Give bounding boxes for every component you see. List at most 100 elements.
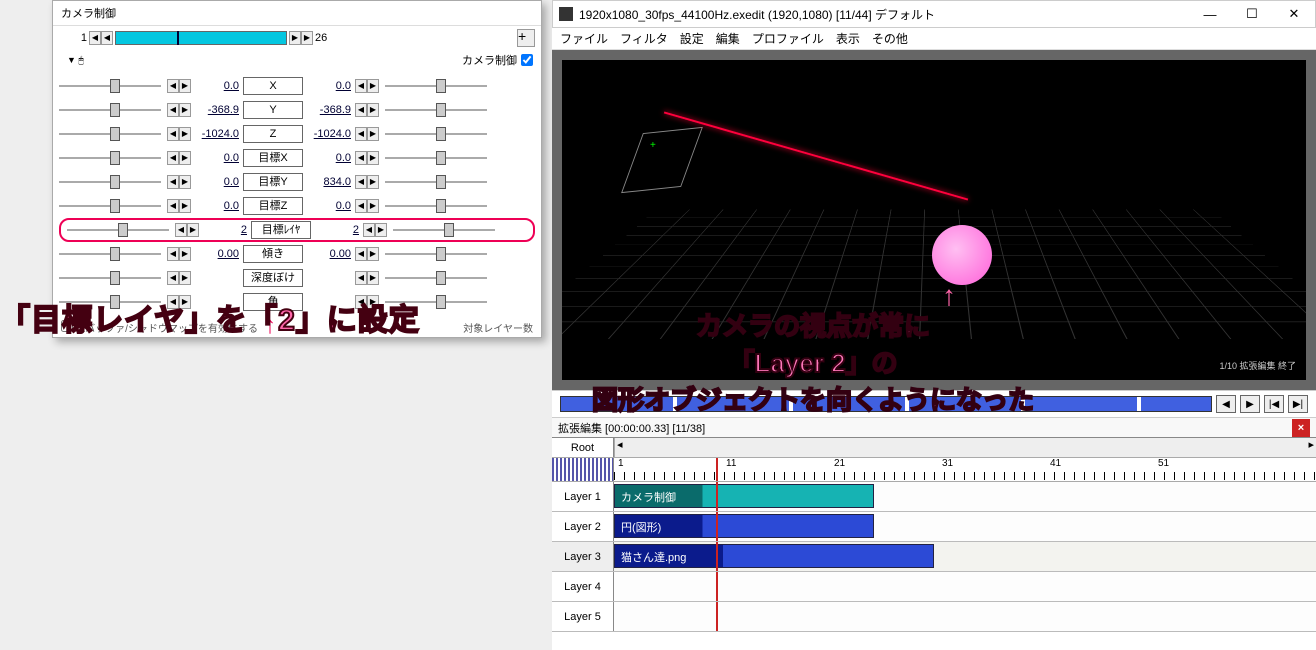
- inc-left-icon[interactable]: ▶: [179, 103, 191, 117]
- dec-left-icon[interactable]: ◀: [167, 175, 179, 189]
- slider-right[interactable]: [381, 173, 491, 191]
- value-left[interactable]: 0.00: [193, 248, 241, 260]
- value-left[interactable]: -368.9: [193, 104, 241, 116]
- slider-right[interactable]: [381, 197, 491, 215]
- slider-left[interactable]: [55, 101, 165, 119]
- dec-right-icon[interactable]: ◀: [355, 103, 367, 117]
- inc-left-icon[interactable]: ▶: [179, 79, 191, 93]
- inc-right-icon[interactable]: ▶: [367, 151, 379, 165]
- layer-track[interactable]: カメラ制御: [614, 482, 1316, 511]
- frame-prev-icon[interactable]: ◀: [89, 31, 101, 45]
- close-button[interactable]: ✕: [1273, 1, 1315, 27]
- frame-slider[interactable]: [115, 31, 287, 45]
- dec-left-icon[interactable]: ◀: [167, 151, 179, 165]
- root-label[interactable]: Root: [552, 438, 614, 457]
- inc-left-icon[interactable]: ▶: [179, 175, 191, 189]
- value-right[interactable]: -368.9: [305, 104, 353, 116]
- dec-right-icon[interactable]: ◀: [355, 175, 367, 189]
- inc-right-icon[interactable]: ▶: [367, 127, 379, 141]
- inc-right-icon[interactable]: ▶: [367, 175, 379, 189]
- slider-right[interactable]: [389, 221, 499, 239]
- camera-control-checkbox[interactable]: [521, 54, 533, 66]
- frame-next-icon[interactable]: ▶: [301, 31, 313, 45]
- menu-表示[interactable]: 表示: [836, 30, 860, 47]
- dec-left-icon[interactable]: ◀: [167, 247, 179, 261]
- dec-left-icon[interactable]: ◀: [167, 271, 179, 285]
- layer-label[interactable]: Layer 1: [552, 482, 614, 511]
- param-label[interactable]: Y: [243, 101, 303, 119]
- dec-right-icon[interactable]: ◀: [355, 79, 367, 93]
- inc-left-icon[interactable]: ▶: [179, 127, 191, 141]
- menu-ファイル[interactable]: ファイル: [560, 30, 608, 47]
- clip-cam[interactable]: カメラ制御: [614, 484, 874, 508]
- param-label[interactable]: Z: [243, 125, 303, 143]
- slider-left[interactable]: [55, 149, 165, 167]
- timeline-ruler[interactable]: 11121314151: [614, 458, 1316, 481]
- slider-right[interactable]: [381, 149, 491, 167]
- inc-right-icon[interactable]: ▶: [367, 103, 379, 117]
- dec-left-icon[interactable]: ◀: [167, 103, 179, 117]
- param-label[interactable]: 目標Y: [243, 173, 303, 191]
- dec-right-icon[interactable]: ◀: [355, 127, 367, 141]
- dec-right-icon[interactable]: ◀: [355, 247, 367, 261]
- collapse-icon[interactable]: ▼ 🖱: [67, 55, 84, 66]
- dec-right-icon[interactable]: ◀: [355, 199, 367, 213]
- value-left[interactable]: 0.0: [193, 152, 241, 164]
- param-label[interactable]: X: [243, 77, 303, 95]
- frame-first-icon[interactable]: ◀: [101, 31, 113, 45]
- value-left[interactable]: 0.0: [193, 80, 241, 92]
- menu-その他[interactable]: その他: [872, 30, 908, 47]
- value-right[interactable]: 834.0: [305, 176, 353, 188]
- inc-left-icon[interactable]: ▶: [179, 199, 191, 213]
- layer-track[interactable]: [614, 602, 1316, 631]
- slider-left[interactable]: [55, 269, 165, 287]
- layer-track[interactable]: [614, 572, 1316, 601]
- layer-track[interactable]: 円(図形): [614, 512, 1316, 541]
- inc-right-icon[interactable]: ▶: [367, 199, 379, 213]
- param-label[interactable]: 深度ぼけ: [243, 269, 303, 287]
- slider-right[interactable]: [381, 101, 491, 119]
- param-label[interactable]: 目標X: [243, 149, 303, 167]
- inc-left-icon[interactable]: ▶: [179, 151, 191, 165]
- dec-right-icon[interactable]: ◀: [355, 271, 367, 285]
- value-right[interactable]: 2: [313, 224, 361, 236]
- slider-right[interactable]: [381, 245, 491, 263]
- slider-right[interactable]: [381, 269, 491, 287]
- dec-right-icon[interactable]: ◀: [363, 223, 375, 237]
- dec-left-icon[interactable]: ◀: [167, 79, 179, 93]
- slider-left[interactable]: [63, 221, 173, 239]
- param-label[interactable]: 目標Z: [243, 197, 303, 215]
- slider-left[interactable]: [55, 245, 165, 263]
- play-last-icon[interactable]: ▶|: [1288, 395, 1308, 413]
- layer-label[interactable]: Layer 5: [552, 602, 614, 631]
- clip-shape[interactable]: 円(図形): [614, 514, 874, 538]
- menu-プロファイル[interactable]: プロファイル: [752, 30, 824, 47]
- play-first-icon[interactable]: |◀: [1264, 395, 1284, 413]
- frame-last-icon[interactable]: ▶: [289, 31, 301, 45]
- value-right[interactable]: -1024.0: [305, 128, 353, 140]
- dec-right-icon[interactable]: ◀: [355, 151, 367, 165]
- slider-right[interactable]: [381, 125, 491, 143]
- dec-left-icon[interactable]: ◀: [175, 223, 187, 237]
- slider-left[interactable]: [55, 77, 165, 95]
- layer-label[interactable]: Layer 2: [552, 512, 614, 541]
- frame-current[interactable]: 1: [59, 32, 87, 44]
- inc-right-icon[interactable]: ▶: [375, 223, 387, 237]
- dec-left-icon[interactable]: ◀: [167, 127, 179, 141]
- play-prev-icon[interactable]: ◀: [1216, 395, 1236, 413]
- menu-フィルタ[interactable]: フィルタ: [620, 30, 668, 47]
- add-button[interactable]: +: [517, 29, 535, 47]
- value-left[interactable]: 0.0: [193, 200, 241, 212]
- layer-label[interactable]: Layer 3: [552, 542, 614, 571]
- value-left[interactable]: 0.0: [193, 176, 241, 188]
- slider-left[interactable]: [55, 173, 165, 191]
- value-right[interactable]: 0.0: [305, 200, 353, 212]
- play-next-icon[interactable]: ▶: [1240, 395, 1260, 413]
- dec-left-icon[interactable]: ◀: [167, 199, 179, 213]
- minimize-button[interactable]: —: [1189, 1, 1231, 27]
- slider-right[interactable]: [381, 77, 491, 95]
- value-right[interactable]: 0.0: [305, 80, 353, 92]
- slider-left[interactable]: [55, 197, 165, 215]
- inc-left-icon[interactable]: ▶: [179, 271, 191, 285]
- menu-設定[interactable]: 設定: [680, 30, 704, 47]
